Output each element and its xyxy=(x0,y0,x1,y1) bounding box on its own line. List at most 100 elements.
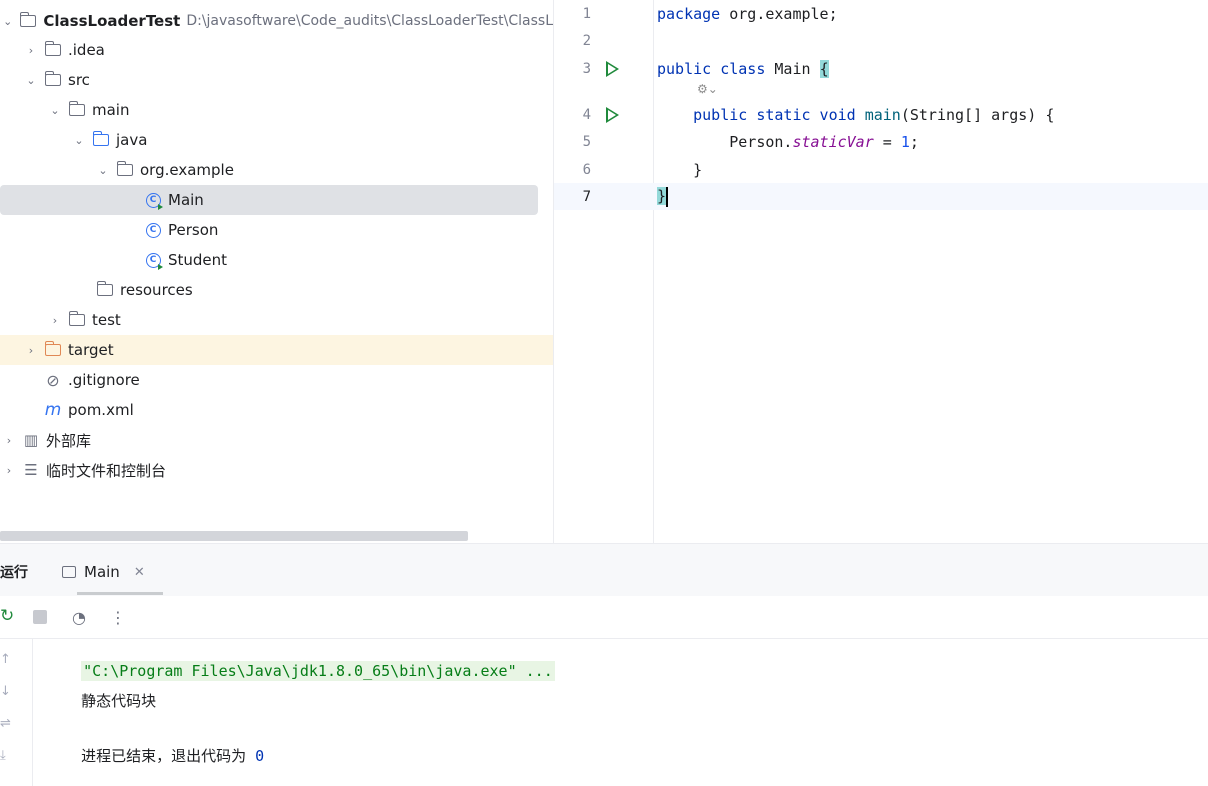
stop-icon[interactable] xyxy=(33,610,47,624)
tree-item-gitignore[interactable]: ⊘ .gitignore xyxy=(0,365,553,395)
console-exit-text: 进程已结束，退出代码为 xyxy=(81,747,256,765)
console-icon xyxy=(62,566,76,578)
tree-item-label: .gitignore xyxy=(68,371,140,389)
code-token: = xyxy=(873,132,901,151)
folder-icon xyxy=(44,41,62,59)
chevron-right-icon[interactable]: › xyxy=(24,343,38,357)
tree-item-scratches[interactable]: › ☰ 临时文件和控制台 xyxy=(0,455,553,485)
folder-icon xyxy=(68,311,86,329)
tree-item-person[interactable]: C Person xyxy=(0,215,553,245)
line-number: 7 xyxy=(582,188,591,205)
code-token: org.example; xyxy=(720,4,838,23)
chevron-down-icon[interactable]: ⌄ xyxy=(96,163,110,177)
tree-item-pom[interactable]: m pom.xml xyxy=(0,395,553,425)
folder-icon xyxy=(44,71,62,89)
code-editor[interactable]: 1 package org.example; 2 3 public class … xyxy=(554,0,1208,543)
chevron-right-icon[interactable]: › xyxy=(2,433,16,447)
line-number: 2 xyxy=(582,32,591,49)
scroll-to-end-icon[interactable]: ⤓ xyxy=(0,748,6,763)
tree-item-src[interactable]: ⌄ src xyxy=(0,65,553,95)
tree-item-label: main xyxy=(92,101,130,119)
ignore-file-icon: ⊘ xyxy=(46,370,60,390)
run-gutter-icon[interactable] xyxy=(606,60,619,77)
tree-item-label: Main xyxy=(168,191,204,209)
tree-item-label: java xyxy=(116,131,148,149)
tree-item-java[interactable]: ⌄ java xyxy=(0,125,553,155)
tree-item-label: org.example xyxy=(140,161,234,179)
code-token: Person. xyxy=(729,132,793,151)
tree-item-label: resources xyxy=(120,281,193,299)
ai-hint-icon[interactable]: ⚙⌄ xyxy=(697,82,718,96)
runnable-class-icon: C xyxy=(144,191,163,210)
tree-item-main[interactable]: ⌄ main xyxy=(0,95,553,125)
code-token: class xyxy=(720,59,766,78)
code-line-4[interactable]: 4 public static void main(String[] args)… xyxy=(554,101,1208,128)
tree-item-test[interactable]: › test xyxy=(0,305,553,335)
tree-item-label: pom.xml xyxy=(68,401,134,419)
code-token: public static void xyxy=(693,105,856,124)
tab-main[interactable]: Main ✕ xyxy=(62,556,145,588)
tree-item-student[interactable]: C Student xyxy=(0,245,553,275)
chevron-right-icon[interactable]: › xyxy=(48,313,62,327)
horizontal-scrollbar[interactable] xyxy=(0,531,468,541)
tree-item-label: src xyxy=(68,71,90,89)
code-token: (String[] args) { xyxy=(900,105,1055,124)
scratches-icon: ☰ xyxy=(24,461,38,479)
project-tool-window: ⌄ ClassLoaderTest D:\javasoftware\Code_a… xyxy=(0,0,554,543)
tree-item-main-class[interactable]: C Main xyxy=(0,185,538,215)
more-options-icon[interactable]: ⋮ xyxy=(110,608,126,627)
chevron-down-icon[interactable]: ⌄ xyxy=(48,103,62,117)
chevron-down-icon[interactable]: ⌄ xyxy=(24,73,38,87)
arrow-up-icon[interactable]: ↑ xyxy=(0,652,11,667)
tree-item-package[interactable]: ⌄ org.example xyxy=(0,155,553,185)
code-token: staticVar xyxy=(792,132,874,151)
maven-icon: m xyxy=(44,400,62,420)
chevron-right-icon[interactable]: › xyxy=(24,43,38,57)
tree-item-label: 临时文件和控制台 xyxy=(46,461,167,480)
line-number: 6 xyxy=(582,161,591,178)
tree-root[interactable]: ⌄ ClassLoaderTest D:\javasoftware\Code_a… xyxy=(0,6,553,36)
line-number: 4 xyxy=(582,106,591,123)
code-token: } xyxy=(693,160,703,179)
arrow-down-icon[interactable]: ↓ xyxy=(0,684,11,699)
run-toolbar: ↻ ◔ ⋮ xyxy=(0,596,1208,639)
rerun-icon[interactable]: ↻ xyxy=(0,606,14,626)
code-token: } xyxy=(657,187,667,205)
run-gutter-icon[interactable] xyxy=(606,106,619,123)
run-tab-bar: 运行 Main ✕ xyxy=(0,544,1208,597)
tree-item-idea[interactable]: › .idea xyxy=(0,35,553,65)
code-line-1[interactable]: 1 package org.example; xyxy=(554,0,1208,27)
package-icon xyxy=(116,161,134,179)
code-line-6[interactable]: 6 } xyxy=(554,156,1208,183)
tree-item-external-libs[interactable]: › ▥ 外部库 xyxy=(0,425,553,455)
code-token: { xyxy=(819,59,829,78)
tree-item-label: Student xyxy=(168,251,228,269)
chevron-down-icon[interactable]: ⌄ xyxy=(2,14,13,28)
code-line-5[interactable]: 5 Person.staticVar = 1; xyxy=(554,128,1208,155)
folder-icon xyxy=(68,101,86,119)
text-caret xyxy=(666,186,669,207)
run-window-title: 运行 xyxy=(0,565,28,581)
tab-underline xyxy=(77,592,163,595)
soft-wrap-icon[interactable]: ⇌ xyxy=(0,716,11,731)
code-line-3[interactable]: 3 public class Main { xyxy=(554,55,1208,82)
library-icon: ▥ xyxy=(23,431,39,449)
code-line-2[interactable]: 2 xyxy=(554,27,1208,54)
code-token: 1 xyxy=(900,132,910,151)
tree-item-label: test xyxy=(92,311,121,329)
chevron-down-icon[interactable]: ⌄ xyxy=(72,133,86,147)
chevron-right-icon[interactable]: › xyxy=(2,463,16,477)
close-icon[interactable]: ✕ xyxy=(134,565,145,580)
tree-item-resources[interactable]: resources xyxy=(0,275,553,305)
runnable-class-icon: C xyxy=(144,251,163,270)
code-token: ; xyxy=(909,132,919,151)
code-line-7[interactable]: 7 } xyxy=(554,183,1208,210)
tree-item-label: 外部库 xyxy=(46,431,92,450)
profiler-icon[interactable]: ◔ xyxy=(72,608,86,627)
run-tool-window: 运行 Main ✕ ↻ ◔ ⋮ ↑ ↓ ⇌ ⤓ "C:\Program File… xyxy=(0,543,1208,786)
resources-folder-icon xyxy=(96,281,114,299)
code-token: main xyxy=(864,105,901,124)
console-output-text: 静态代码块 xyxy=(81,692,157,710)
class-icon: C xyxy=(144,221,162,239)
tree-item-target[interactable]: › target xyxy=(0,335,553,365)
